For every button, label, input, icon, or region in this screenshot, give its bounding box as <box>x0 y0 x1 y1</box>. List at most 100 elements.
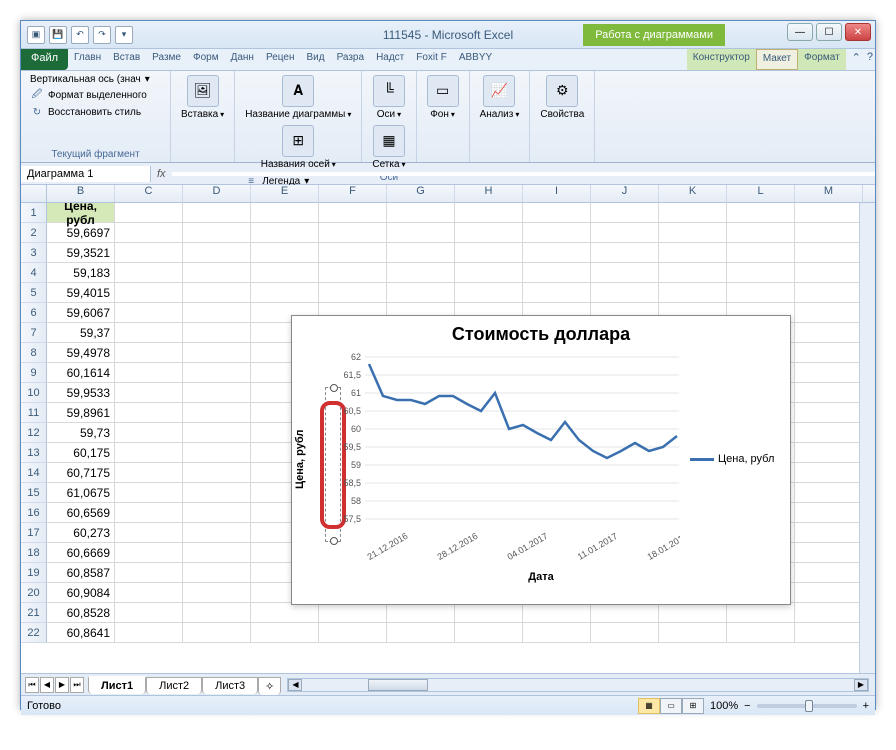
file-tab[interactable]: Файл <box>21 49 68 70</box>
tab-formulas[interactable]: Форм <box>187 49 225 70</box>
cell[interactable] <box>387 203 455 223</box>
row-header[interactable]: 14 <box>21 463 47 483</box>
cell[interactable] <box>183 283 251 303</box>
row-header[interactable]: 21 <box>21 603 47 623</box>
x-axis-title[interactable]: Дата <box>292 569 790 585</box>
cell[interactable] <box>659 203 727 223</box>
cell[interactable]: 61,0675 <box>47 483 115 503</box>
minimize-ribbon-icon[interactable]: ⌃ <box>852 51 861 68</box>
cell[interactable] <box>795 363 863 383</box>
cell[interactable] <box>319 623 387 643</box>
cell[interactable] <box>455 263 523 283</box>
cell[interactable] <box>591 623 659 643</box>
cell[interactable] <box>659 243 727 263</box>
cell[interactable]: 59,37 <box>47 323 115 343</box>
chart-element-selector[interactable]: Вертикальная ось (знач ▾ <box>27 73 164 86</box>
cell[interactable]: 60,7175 <box>47 463 115 483</box>
cell[interactable] <box>183 563 251 583</box>
cell[interactable] <box>591 243 659 263</box>
cell[interactable] <box>795 323 863 343</box>
chart-title-button[interactable]: 𝐀Название диаграммы <box>241 73 355 122</box>
qat-redo-icon[interactable]: ↷ <box>93 26 111 44</box>
cell[interactable] <box>387 603 455 623</box>
cell[interactable] <box>251 223 319 243</box>
cell[interactable] <box>523 623 591 643</box>
row-header[interactable]: 16 <box>21 503 47 523</box>
cell[interactable]: 60,9084 <box>47 583 115 603</box>
hscroll-thumb[interactable] <box>368 679 428 691</box>
cell[interactable] <box>387 263 455 283</box>
cell[interactable] <box>183 243 251 263</box>
hscroll-right[interactable]: ▶ <box>854 679 868 691</box>
cell[interactable] <box>319 603 387 623</box>
row-header[interactable]: 17 <box>21 523 47 543</box>
cell[interactable] <box>183 623 251 643</box>
cell[interactable] <box>319 203 387 223</box>
cell[interactable] <box>319 223 387 243</box>
cell[interactable] <box>115 223 183 243</box>
row-header[interactable]: 4 <box>21 263 47 283</box>
cell[interactable] <box>183 403 251 423</box>
cell[interactable] <box>251 283 319 303</box>
cell[interactable] <box>795 223 863 243</box>
tab-home[interactable]: Главн <box>68 49 107 70</box>
cell[interactable] <box>251 203 319 223</box>
hscroll-left[interactable]: ◀ <box>288 679 302 691</box>
tab-last[interactable]: ⏭ <box>70 677 84 693</box>
cell[interactable] <box>795 443 863 463</box>
cell[interactable] <box>795 583 863 603</box>
cell[interactable] <box>183 323 251 343</box>
cell[interactable] <box>795 343 863 363</box>
cell[interactable] <box>523 603 591 623</box>
vertical-scrollbar[interactable] <box>859 203 875 673</box>
tab-review[interactable]: Рецен <box>260 49 301 70</box>
cell[interactable] <box>115 283 183 303</box>
cell[interactable] <box>727 243 795 263</box>
chart-object[interactable]: Стоимость доллара Цена, рубл 62 61,5 61 … <box>291 315 791 605</box>
cell[interactable] <box>795 563 863 583</box>
cell[interactable] <box>795 623 863 643</box>
cell[interactable]: 59,8961 <box>47 403 115 423</box>
cell[interactable]: 59,73 <box>47 423 115 443</box>
cell[interactable] <box>183 443 251 463</box>
cell[interactable]: 60,175 <box>47 443 115 463</box>
analysis-button[interactable]: 📈Анализ <box>476 73 524 122</box>
tab-next[interactable]: ▶ <box>55 677 69 693</box>
cell[interactable]: 60,273 <box>47 523 115 543</box>
col-H[interactable]: H <box>455 185 523 202</box>
y-axis-title[interactable]: Цена, рубл <box>292 349 308 569</box>
cell[interactable] <box>387 623 455 643</box>
cell[interactable] <box>659 603 727 623</box>
cell[interactable] <box>319 283 387 303</box>
tab-design[interactable]: Конструктор <box>687 49 756 70</box>
col-L[interactable]: L <box>727 185 795 202</box>
row-header[interactable]: 22 <box>21 623 47 643</box>
tab-data[interactable]: Данн <box>225 49 260 70</box>
cell[interactable] <box>251 623 319 643</box>
qat-undo-icon[interactable]: ↶ <box>71 26 89 44</box>
zoom-out-button[interactable]: − <box>744 700 750 712</box>
formula-input[interactable] <box>172 172 875 176</box>
cell[interactable] <box>115 463 183 483</box>
cell[interactable] <box>115 503 183 523</box>
cell[interactable]: 59,4015 <box>47 283 115 303</box>
tab-abbyy[interactable]: ABBYY <box>453 49 498 70</box>
cell[interactable] <box>115 343 183 363</box>
sheet-tab-1[interactable]: Лист1 <box>88 676 146 694</box>
cell[interactable] <box>523 283 591 303</box>
cell[interactable] <box>319 263 387 283</box>
chart-title[interactable]: Стоимость доллара <box>292 316 790 349</box>
cell[interactable]: 60,1614 <box>47 363 115 383</box>
cell[interactable] <box>319 243 387 263</box>
row-header[interactable]: 8 <box>21 343 47 363</box>
cell[interactable] <box>115 303 183 323</box>
cell[interactable] <box>183 543 251 563</box>
cell[interactable] <box>795 503 863 523</box>
gridlines-button[interactable]: ▦Сетка <box>368 123 409 172</box>
insert-button[interactable]: 🖼Вставка <box>177 73 228 122</box>
cell[interactable] <box>183 263 251 283</box>
row-header[interactable]: 20 <box>21 583 47 603</box>
col-D[interactable]: D <box>183 185 251 202</box>
tab-view[interactable]: Вид <box>300 49 330 70</box>
cell[interactable] <box>591 603 659 623</box>
